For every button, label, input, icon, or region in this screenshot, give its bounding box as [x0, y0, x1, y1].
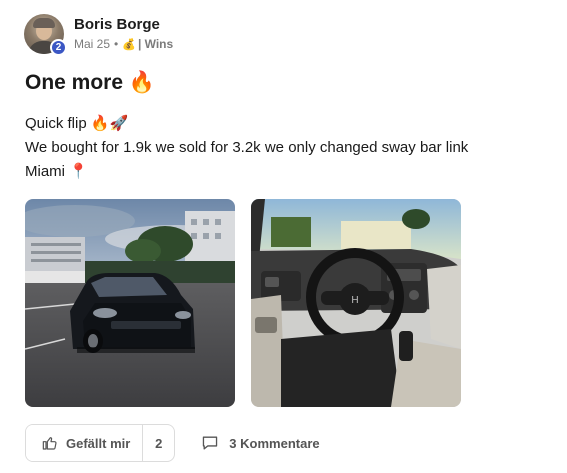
author-name[interactable]: Boris Borge [74, 16, 173, 33]
post-meta: Boris Borge Mai 25 • 💰 | Wins [74, 14, 173, 51]
post-category[interactable]: | Wins [138, 37, 173, 51]
post-actions: Gefällt mir 2 3 Kommentare [25, 424, 320, 462]
post-header: 2 Boris Borge Mai 25 • 💰 | Wins [24, 14, 173, 56]
like-group: Gefällt mir 2 [25, 424, 176, 462]
post-body-line: We bought for 1.9k we sold for 3.2k we o… [25, 139, 469, 156]
comments-label: 3 Kommentare [229, 435, 320, 451]
car-exterior-illustration [25, 199, 235, 407]
car-interior-illustration: H [251, 199, 461, 407]
comments-button[interactable]: 3 Kommentare [201, 435, 320, 451]
photo-car-exterior[interactable] [25, 199, 235, 407]
like-count[interactable]: 2 [142, 425, 174, 461]
post-body-line: Miami 📍 [25, 163, 88, 180]
post-date[interactable]: Mai 25 [74, 37, 110, 51]
comment-icon [203, 436, 218, 450]
post-title: One more 🔥 [25, 71, 156, 94]
post-subline: Mai 25 • 💰 | Wins [74, 37, 173, 51]
moneybag-icon: 💰 [122, 38, 136, 51]
svg-text:H: H [351, 295, 358, 306]
post-body-line: Quick flip 🔥🚀 [25, 115, 129, 132]
level-badge: 2 [50, 39, 67, 56]
separator-dot: • [114, 37, 119, 51]
thumbs-up-icon [42, 437, 57, 450]
post-body: Quick flip 🔥🚀 We bought for 1.9k we sold… [25, 112, 468, 184]
like-button[interactable]: Gefällt mir [26, 425, 143, 461]
avatar[interactable]: 2 [24, 14, 67, 56]
photo-car-interior[interactable]: H [251, 199, 461, 407]
like-label: Gefällt mir [66, 435, 131, 451]
